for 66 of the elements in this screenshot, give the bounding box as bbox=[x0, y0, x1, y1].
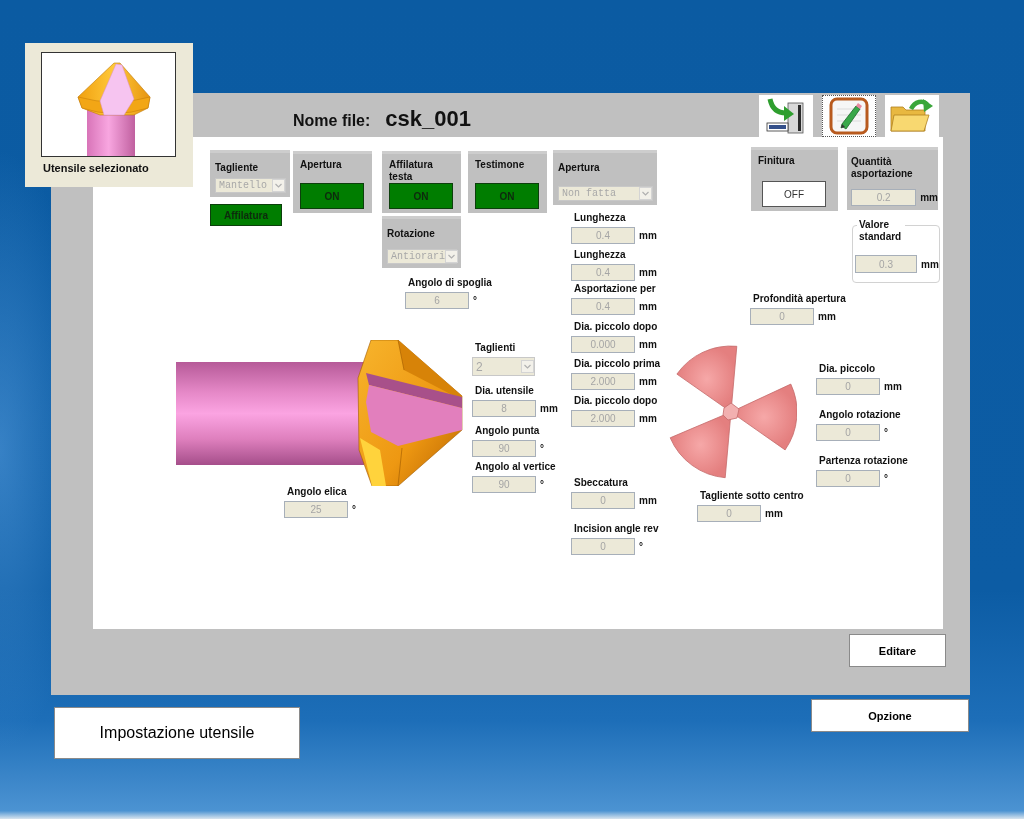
group-label: Quantità asportazione bbox=[851, 156, 914, 180]
field-label: Dia. piccolo bbox=[819, 363, 876, 375]
field-label: Dia. piccolo dopo bbox=[574, 321, 658, 333]
action-button[interactable]: Opzione bbox=[811, 699, 969, 732]
field-label: Asportazione per bbox=[574, 283, 656, 295]
unit-label: mm bbox=[639, 267, 657, 278]
thumbnail-caption: Utensile selezionato bbox=[43, 162, 149, 174]
unit-label: mm bbox=[639, 339, 657, 350]
group-label: Affilatura testa bbox=[389, 159, 434, 183]
toggle-button[interactable]: ON bbox=[389, 183, 453, 209]
group-label: Apertura bbox=[300, 159, 342, 171]
unit-label: ° bbox=[884, 473, 888, 484]
toggle-button[interactable]: OFF bbox=[762, 181, 826, 207]
toolbar-button[interactable] bbox=[822, 95, 876, 137]
unit-label: ° bbox=[352, 504, 356, 515]
pencil-icon bbox=[829, 97, 869, 135]
unit-label: mm bbox=[639, 413, 657, 424]
unit-label: mm bbox=[921, 258, 939, 270]
caret-icon bbox=[639, 187, 652, 200]
field-label: Taglienti bbox=[475, 342, 516, 354]
unit-label: mm bbox=[884, 381, 902, 392]
fieldset-legend: Valore standard bbox=[857, 219, 905, 243]
field-label: Dia. utensile bbox=[475, 385, 534, 397]
unit-label: mm bbox=[818, 311, 836, 322]
caret-icon bbox=[272, 179, 285, 192]
unit-label: mm bbox=[639, 495, 657, 506]
unit-label: mm bbox=[540, 403, 558, 414]
file-name-label: Nome file: bbox=[293, 112, 371, 130]
group-label: Tagliente bbox=[215, 162, 259, 174]
field-label: Dia. piccolo dopo bbox=[574, 395, 658, 407]
field-label: Sbeccatura bbox=[574, 477, 628, 489]
field-label: Tagliente sotto centro bbox=[700, 490, 804, 502]
affilatura-button[interactable]: Affilatura bbox=[210, 204, 282, 226]
unit-label: mm bbox=[639, 230, 657, 241]
file-name-value: csk_001 bbox=[385, 106, 471, 132]
field-label: Partenza rotazione bbox=[819, 455, 908, 467]
unit-label: mm bbox=[920, 192, 938, 203]
field-label: Angolo punta bbox=[475, 425, 540, 437]
unit-label: ° bbox=[884, 427, 888, 438]
field-label: Angolo di spoglia bbox=[408, 277, 492, 289]
unit-label: ° bbox=[639, 541, 643, 552]
toggle-button[interactable]: ON bbox=[475, 183, 539, 209]
group-label: Rotazione bbox=[387, 228, 435, 240]
group-label: Finitura bbox=[758, 155, 795, 167]
unit-label: mm bbox=[639, 376, 657, 387]
group-label: Testimone bbox=[475, 159, 525, 171]
caret-icon bbox=[445, 250, 458, 263]
group-label: Apertura bbox=[558, 162, 600, 174]
unit-label: ° bbox=[540, 443, 544, 454]
action-button[interactable]: Impostazione utensile bbox=[54, 707, 300, 759]
field-label: Profondità apertura bbox=[753, 293, 846, 305]
field-label: Lunghezza bbox=[574, 212, 626, 224]
unit-label: ° bbox=[540, 479, 544, 490]
field-label: Angolo rotazione bbox=[819, 409, 901, 421]
field-label: Angolo al vertice bbox=[475, 461, 556, 473]
field-label: Angolo elica bbox=[287, 486, 347, 498]
toggle-button[interactable]: ON bbox=[300, 183, 364, 209]
unit-label: ° bbox=[473, 295, 477, 306]
field-label: Dia. piccolo prima bbox=[574, 358, 661, 370]
field-label: Lunghezza bbox=[574, 249, 626, 261]
action-button[interactable]: Editare bbox=[849, 634, 946, 667]
folder-arrow-icon bbox=[889, 97, 935, 135]
unit-label: mm bbox=[765, 508, 783, 519]
field-label: Incision angle rev bbox=[574, 523, 659, 535]
caret-icon bbox=[521, 360, 534, 373]
unit-label: mm bbox=[639, 301, 657, 312]
